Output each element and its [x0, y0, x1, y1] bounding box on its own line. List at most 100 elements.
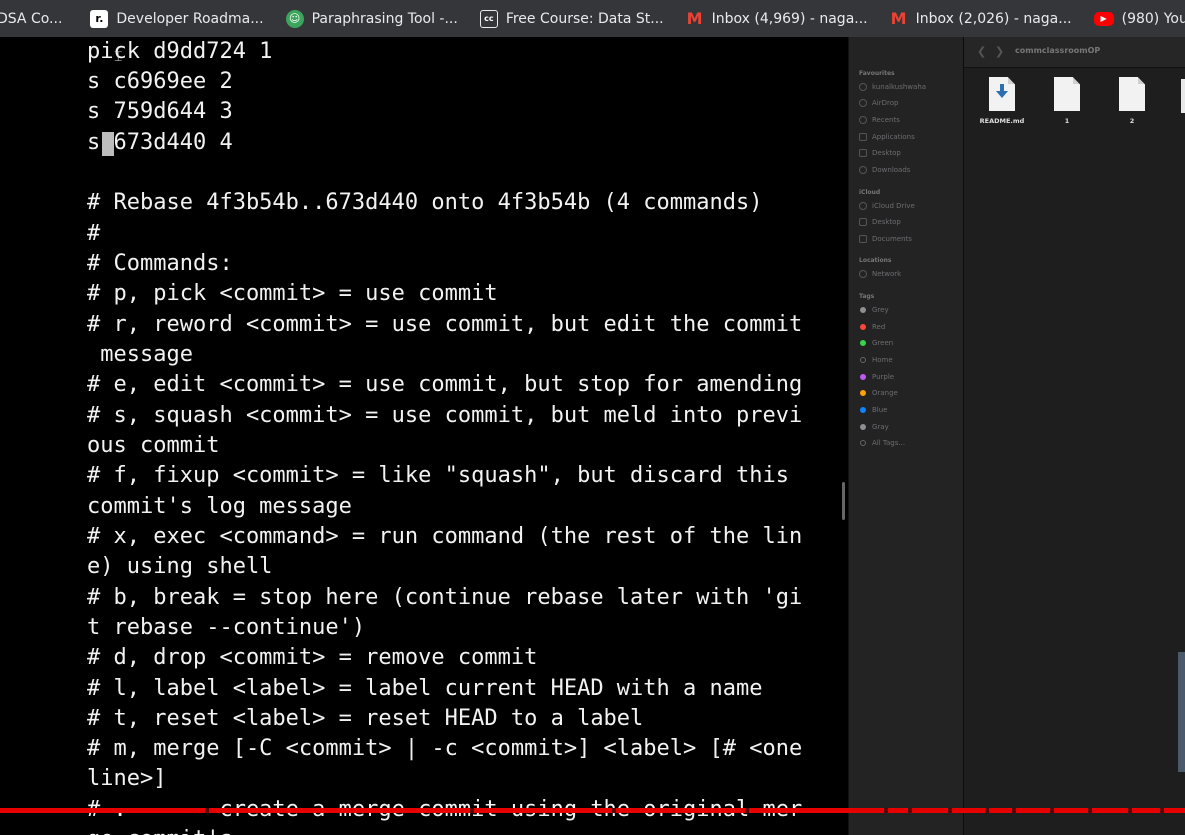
cc-icon: cc: [479, 9, 498, 28]
bookmark-label: Paraphrasing Tool -...: [311, 10, 458, 27]
chapter-gap: [985, 808, 989, 813]
tag-home[interactable]: Home: [859, 354, 893, 366]
forward-arrow-icon[interactable]: ❯: [995, 45, 1004, 58]
finder-toolbar: ❮ ❯ commclassroomOP: [964, 37, 1185, 68]
sidebar-item-label: Network: [872, 270, 902, 278]
youtube-icon: ▶: [1093, 11, 1114, 26]
bookmark-gmail-inbox-2[interactable]: M Inbox (2,026) - naga...: [890, 0, 1072, 37]
sidebar-item-label: Documents: [872, 235, 912, 243]
sidebar-section-favourites: Favourites: [859, 70, 895, 77]
editor-line: s 759d644 3: [87, 99, 233, 124]
tag-dot-icon: [860, 307, 866, 313]
sidebar-item-documents[interactable]: Documents: [859, 233, 912, 245]
editor-line: # d, drop <commit> = remove commit: [87, 645, 538, 670]
sidebar-item-airdrop[interactable]: AirDrop: [859, 97, 898, 109]
bookmark-label: (980) YouTube: [1121, 10, 1185, 27]
tag-dot-icon: [860, 340, 866, 346]
bookmark-free-course[interactable]: cc Free Course: Data St...: [479, 0, 664, 37]
chapter-gap: [1160, 808, 1164, 813]
sidebar-item-label: Desktop: [872, 218, 901, 226]
sidebar-item-icloud-drive[interactable]: iCloud Drive: [859, 200, 915, 212]
editor-line: ous commit: [87, 433, 220, 458]
airdrop-icon: [859, 99, 867, 107]
tag-gray[interactable]: Gray: [859, 421, 889, 433]
editor-line: # f, fixup <commit> = like "squash", but…: [87, 463, 789, 488]
tag-label: All Tags...: [872, 439, 906, 447]
sidebar-item-home[interactable]: kunalkushwaha: [859, 81, 926, 93]
chapter-gap: [470, 808, 474, 813]
sidebar-item-label: AirDrop: [872, 99, 899, 107]
editor-line: # s, squash <commit> = use commit, but m…: [87, 403, 803, 428]
sidebar-item-applications[interactable]: Applications: [859, 131, 915, 143]
sidebar-item-desktop[interactable]: Desktop: [859, 147, 901, 159]
sidebar-item-label: kunalkushwaha: [872, 83, 927, 91]
sidebar-section-icloud: iCloud: [859, 189, 881, 196]
window-edge: [1178, 652, 1185, 772]
tag-label: Green: [872, 339, 894, 347]
bookmark-youtube[interactable]: ▶ (980) YouTube: [1093, 0, 1185, 37]
chapter-gap: [612, 808, 616, 813]
chapter-gap: [745, 808, 749, 813]
bookmark-dsa[interactable]: DSA Co...: [0, 0, 62, 37]
desktop-icon: [859, 218, 867, 226]
editor-line: line>]: [87, 766, 167, 791]
file-2[interactable]: 2: [1102, 77, 1162, 125]
tag-orange[interactable]: Orange: [859, 387, 898, 399]
download-arrow-icon: [996, 84, 1008, 98]
tag-label: Grey: [872, 306, 889, 314]
gmail-icon: M: [686, 9, 703, 28]
markdown-file-icon: [989, 77, 1015, 111]
finder-sidebar: Favourites kunalkushwaha AirDrop Recents…: [848, 37, 963, 835]
file-icon: [1119, 77, 1145, 111]
bookmark-gmail-inbox-1[interactable]: M Inbox (4,969) - naga...: [686, 0, 868, 37]
editor-line: message: [87, 342, 193, 367]
roadmap-icon: r.: [90, 9, 109, 28]
tag-dot-icon: [860, 424, 866, 430]
editor-line: # e, edit <commit> = use commit, but sto…: [87, 372, 803, 397]
tag-grey[interactable]: Grey: [859, 304, 889, 316]
bookmark-paraphrasing-tool[interactable]: ☺ Paraphrasing Tool -...: [285, 0, 458, 37]
tag-dot-icon: [860, 407, 866, 413]
download-icon: [859, 166, 867, 174]
editor-line: s c6969ee 2: [87, 69, 233, 94]
file-name: 1: [1064, 117, 1070, 125]
chapter-gap: [908, 808, 912, 813]
finder-window: ❮ ❯ commclassroomOP README.md 1 2: [963, 37, 1185, 835]
tag-all-tags[interactable]: All Tags...: [859, 437, 905, 449]
home-icon: [859, 83, 867, 91]
terminal-editor[interactable]: pick d9dd724 1 s c6969ee 2 s 759d644 3 s…: [0, 37, 848, 835]
file-name: README.md: [979, 117, 1025, 125]
sidebar-item-label: Applications: [872, 133, 915, 141]
bookmarks-bar: DSA Co... r. Developer Roadma... ☺ Parap…: [0, 0, 1185, 37]
clock-icon: [859, 116, 867, 124]
bookmark-developer-roadmap[interactable]: r. Developer Roadma...: [90, 0, 264, 37]
tag-label: Gray: [872, 423, 889, 431]
chapter-gap: [1012, 808, 1016, 813]
folder-title: commclassroomOP: [1015, 46, 1101, 55]
tag-blue[interactable]: Blue: [859, 404, 888, 416]
partial-file-icon: [1181, 79, 1185, 113]
cloud-icon: [859, 202, 867, 210]
sidebar-item-icloud-desktop[interactable]: Desktop: [859, 216, 901, 228]
file-readme[interactable]: README.md: [972, 77, 1032, 125]
tag-dot-icon: [860, 390, 866, 396]
bookmark-label: Inbox (4,969) - naga...: [711, 10, 868, 27]
video-progress-bar[interactable]: [0, 808, 1185, 813]
bookmark-label: Free Course: Data St...: [505, 10, 664, 27]
editor-line: # t, reset <label> = reset HEAD to a lab…: [87, 706, 644, 731]
sidebar-item-recents[interactable]: Recents: [859, 114, 900, 126]
tag-dot-icon: [860, 357, 866, 363]
sidebar-item-downloads[interactable]: Downloads: [859, 164, 910, 176]
file-1[interactable]: 1: [1037, 77, 1097, 125]
editor-line: #: [87, 221, 101, 246]
scrollbar-handle[interactable]: [842, 482, 845, 520]
file-name: 2: [1129, 117, 1135, 125]
chapter-gap: [1088, 808, 1092, 813]
sidebar-item-network[interactable]: Network: [859, 268, 901, 280]
tag-red[interactable]: Red: [859, 321, 885, 333]
sidebar-section-tags: Tags: [859, 293, 875, 300]
back-arrow-icon[interactable]: ❮: [977, 45, 986, 58]
text-cursor: [102, 132, 114, 156]
tag-green[interactable]: Green: [859, 337, 893, 349]
tag-purple[interactable]: Purple: [859, 371, 894, 383]
